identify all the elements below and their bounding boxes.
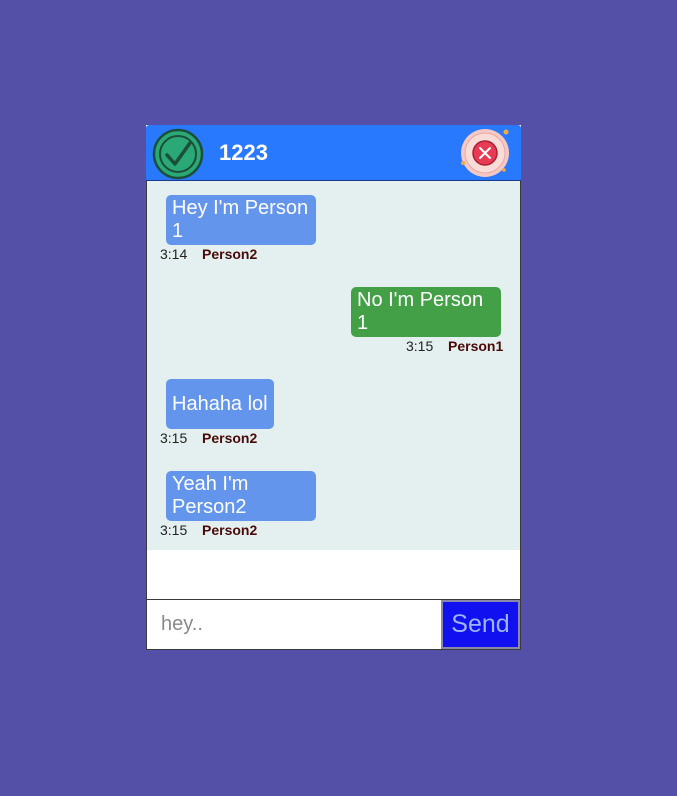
composer-bar: Send [146,599,521,650]
chat-header: 1223 [146,125,521,181]
close-button[interactable] [458,128,512,178]
room-title: 1223 [219,140,268,165]
message-bubble: No I'm Person 1 [351,287,501,337]
message-bubble: Hey I'm Person 1 [166,195,316,245]
message-input[interactable] [147,600,441,649]
close-icon [461,129,509,177]
send-button[interactable]: Send [441,600,520,649]
message-author: Person2 [202,430,258,446]
message-time: 3:15 [160,430,188,446]
messages-area: Hey I'm Person 1 3:14 Person2 No I'm Per… [146,181,521,550]
check-circle-icon [152,128,204,180]
message-bubble: Hahaha lol [166,379,274,429]
message-list-spacer [146,550,521,599]
message-time: 3:15 [406,338,434,354]
message-time: 3:15 [160,522,188,538]
message-author: Person2 [202,522,258,538]
message-author: Person1 [448,338,504,354]
chat-window: 1223 Hey I'm Person 1 3:14 Person2 No I'… [146,125,521,650]
message-bubble: Yeah I'm Person2 [166,471,316,521]
message-time: 3:14 [160,246,188,262]
message-author: Person2 [202,246,258,262]
